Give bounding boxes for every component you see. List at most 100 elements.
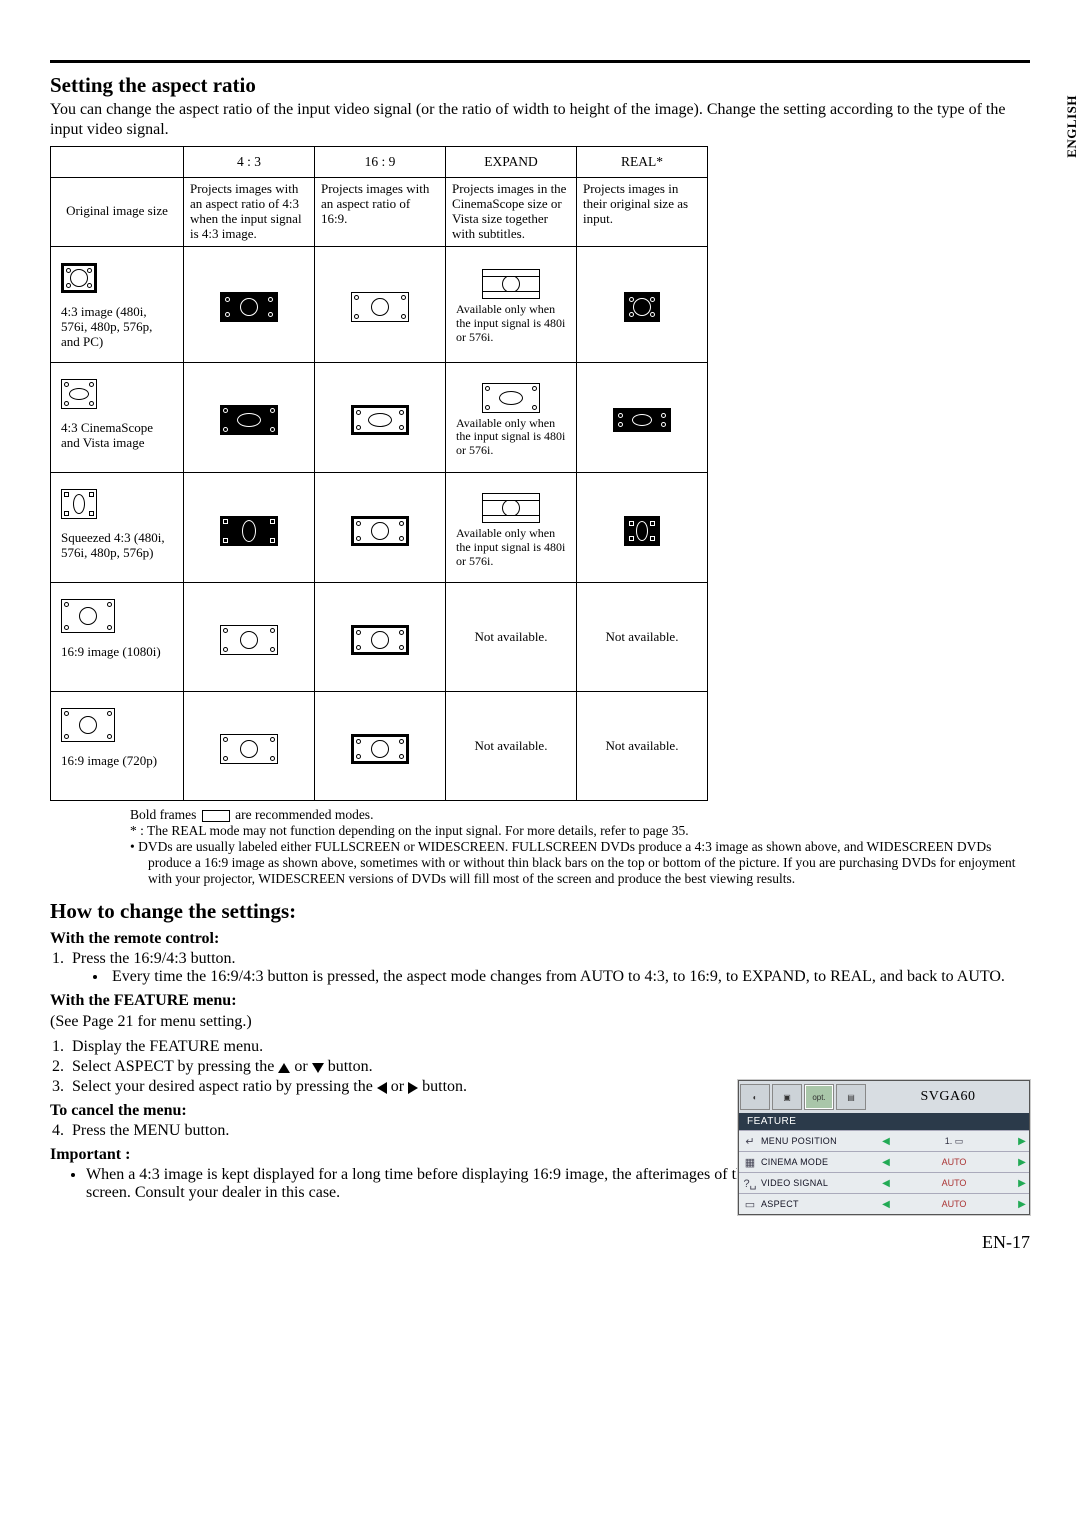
thumb-icon	[482, 269, 540, 299]
col-header-expand: EXPAND	[446, 147, 577, 178]
right-arrow-icon[interactable]: ▶	[1015, 1178, 1029, 1189]
cell-note: Available only when the input signal is …	[456, 527, 566, 568]
cell-note: Available only when the input signal is …	[456, 303, 566, 344]
thumb-icon	[351, 516, 409, 546]
row-label-4-3-image: 4:3 image (480i, 576i, 480p, 576p, and P…	[51, 246, 184, 362]
col-header-real: REAL*	[577, 147, 708, 178]
cell-na: Not available.	[577, 692, 708, 801]
thumb-icon	[482, 493, 540, 523]
step-remote-1: Press the 16:9/4:3 button. Every time th…	[68, 950, 1030, 986]
cell-note: Available only when the input signal is …	[456, 417, 566, 458]
thumb-icon	[220, 625, 278, 655]
osd-tab-2[interactable]: ▣	[772, 1084, 802, 1110]
cell-original-expand: Projects images in the CinemaScope size …	[446, 178, 577, 247]
row-label-1080i: 16:9 image (1080i)	[51, 583, 184, 692]
thumb-icon	[61, 379, 97, 409]
heading-aspect-ratio: Setting the aspect ratio	[50, 73, 1030, 98]
osd-row-value: AUTO	[893, 1157, 1015, 1167]
row-label-squeezed: Squeezed 4:3 (480i, 576i, 480p, 576p)	[51, 472, 184, 582]
osd-row-cinema-mode[interactable]: ▦ CINEMA MODE ◀ AUTO ▶	[739, 1151, 1029, 1172]
table-footnotes: Bold frames are recommended modes. * : T…	[90, 807, 1030, 887]
row-label-text: 4:3 CinemaScope and Vista image	[61, 415, 173, 451]
thumb-icon	[220, 516, 278, 546]
up-arrow-icon	[278, 1063, 290, 1073]
thumb-icon	[624, 516, 660, 546]
heading-how-to-change: How to change the settings:	[50, 899, 1030, 924]
note-bold-frames-post: are recommended modes.	[235, 807, 373, 822]
osd-row-value: AUTO	[893, 1199, 1015, 1209]
thumb-icon	[351, 625, 409, 655]
intro-paragraph: You can change the aspect ratio of the i…	[50, 100, 1030, 140]
osd-row-label: ASPECT	[761, 1199, 879, 1209]
video-signal-icon: ?␣	[739, 1177, 761, 1190]
osd-row-label: VIDEO SIGNAL	[761, 1178, 879, 1188]
cell-original-16-9: Projects images with an aspect ratio of …	[315, 178, 446, 247]
left-arrow-icon[interactable]: ◀	[879, 1136, 893, 1147]
thumb-icon	[61, 708, 115, 742]
aspect-ratio-table: 4 : 3 16 : 9 EXPAND REAL* Original image…	[50, 146, 708, 801]
heading-feature-menu: With the FEATURE menu:	[50, 992, 1030, 1010]
thumb-icon	[351, 292, 409, 322]
row-label-text: 4:3 image (480i, 576i, 480p, 576p, and P…	[61, 299, 173, 350]
page-number: EN-17	[50, 1232, 1030, 1253]
osd-mode-label: SVGA60	[867, 1089, 1029, 1105]
right-arrow-icon[interactable]: ▶	[1015, 1136, 1029, 1147]
heading-remote: With the remote control:	[50, 930, 1030, 948]
down-arrow-icon	[312, 1063, 324, 1073]
thumb-icon	[220, 292, 278, 322]
osd-feature-menu: ◐ ▣ opt. ▤ SVGA60 FEATURE ↵ MENU POSITIO…	[738, 1080, 1030, 1215]
cinema-mode-icon: ▦	[739, 1156, 761, 1169]
osd-row-label: CINEMA MODE	[761, 1157, 879, 1167]
row-label-text: Squeezed 4:3 (480i, 576i, 480p, 576p)	[61, 525, 173, 561]
cell-original-4-3: Projects images with an aspect ratio of …	[184, 178, 315, 247]
osd-tab-1[interactable]: ◐	[740, 1084, 770, 1110]
thumb-icon	[624, 292, 660, 322]
header-rule	[50, 60, 1030, 63]
thumb-icon	[61, 263, 97, 293]
left-arrow-icon[interactable]: ◀	[879, 1157, 893, 1168]
thumb-icon	[482, 383, 540, 413]
row-label-original: Original image size	[51, 178, 184, 247]
osd-tab-4[interactable]: ▤	[836, 1084, 866, 1110]
note-bold-frames-pre: Bold frames	[130, 807, 196, 822]
col-header-16-9: 16 : 9	[315, 147, 446, 178]
osd-row-menu-position[interactable]: ↵ MENU POSITION ◀ 1. ▭ ▶	[739, 1130, 1029, 1151]
thumb-icon	[220, 734, 278, 764]
thumb-icon	[351, 734, 409, 764]
right-arrow-icon[interactable]: ▶	[1015, 1157, 1029, 1168]
aspect-icon: ▭	[739, 1198, 761, 1211]
feature-ref: (See Page 21 for menu setting.)	[50, 1012, 1030, 1032]
bold-frame-icon	[202, 810, 230, 822]
osd-row-aspect[interactable]: ▭ ASPECT ◀ AUTO ▶	[739, 1193, 1029, 1214]
osd-row-value: AUTO	[893, 1178, 1015, 1188]
osd-tab-3[interactable]: opt.	[804, 1084, 834, 1110]
step-feature-2: Select ASPECT by pressing the or button.	[68, 1058, 1030, 1076]
note-dvd: DVDs are usually labeled either FULLSCRE…	[130, 839, 1030, 887]
osd-row-video-signal[interactable]: ?␣ VIDEO SIGNAL ◀ AUTO ▶	[739, 1172, 1029, 1193]
right-arrow-icon[interactable]: ▶	[1015, 1199, 1029, 1210]
left-arrow-icon	[377, 1082, 387, 1094]
thumb-icon	[613, 408, 671, 432]
col-header-4-3: 4 : 3	[184, 147, 315, 178]
row-label-cinemascope: 4:3 CinemaScope and Vista image	[51, 362, 184, 472]
language-tab: ENGLISH	[1064, 95, 1080, 158]
step-feature-1: Display the FEATURE menu.	[68, 1038, 1030, 1056]
left-arrow-icon[interactable]: ◀	[879, 1178, 893, 1189]
osd-header: FEATURE	[739, 1113, 1029, 1130]
row-label-720p: 16:9 image (720p)	[51, 692, 184, 801]
cell-na: Not available.	[446, 692, 577, 801]
right-arrow-icon	[408, 1082, 418, 1094]
thumb-icon	[61, 599, 115, 633]
cell-na: Not available.	[577, 583, 708, 692]
step-remote-1-sub: Every time the 16:9/4:3 button is presse…	[108, 968, 1030, 986]
cell-original-real: Projects images in their original size a…	[577, 178, 708, 247]
left-arrow-icon[interactable]: ◀	[879, 1199, 893, 1210]
osd-row-label: MENU POSITION	[761, 1136, 879, 1146]
note-real-mode: * : The REAL mode may not function depen…	[130, 823, 1030, 839]
row-label-text: 16:9 image (1080i)	[61, 639, 161, 660]
thumb-icon	[61, 489, 97, 519]
menu-position-icon: ↵	[739, 1135, 761, 1148]
cell-na: Not available.	[446, 583, 577, 692]
thumb-icon	[351, 405, 409, 435]
thumb-icon	[220, 405, 278, 435]
